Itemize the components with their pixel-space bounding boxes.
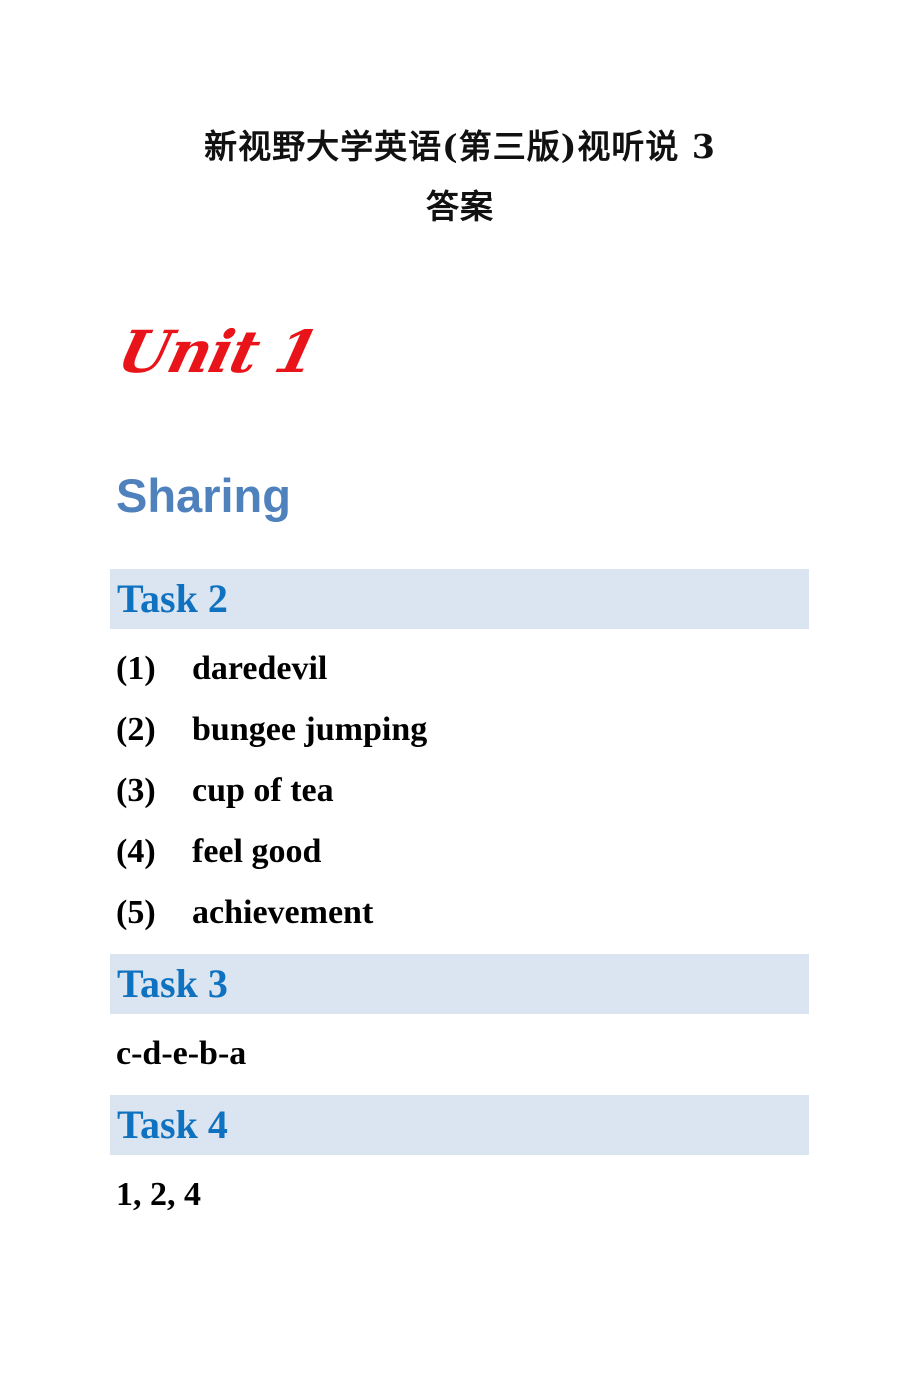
- section-heading: Sharing: [116, 469, 291, 522]
- task-3-header: Task 3: [110, 954, 809, 1014]
- answer-number: (4): [116, 833, 156, 870]
- answer-number: (3): [116, 772, 156, 809]
- task-4-answer: 1, 2, 4: [116, 1176, 201, 1213]
- task-2-label: Task 2: [117, 576, 228, 621]
- answer-text: daredevil: [192, 650, 328, 687]
- answer-number: (5): [116, 894, 156, 931]
- unit-heading: Unit 1: [111, 318, 325, 386]
- answer-text: achievement: [192, 894, 374, 931]
- task-3-answer: c-d-e-b-a: [116, 1035, 247, 1072]
- task-4-header: Task 4: [110, 1095, 809, 1155]
- answer-text: cup of tea: [192, 772, 334, 809]
- document-title: 新视野大学英语(第三版)视听说 3: [204, 127, 716, 166]
- answer-number: (2): [116, 711, 156, 748]
- task-3-label: Task 3: [117, 961, 228, 1006]
- task-2-header: Task 2: [110, 569, 809, 629]
- answer-text: bungee jumping: [192, 711, 428, 748]
- document-subtitle: 答案: [426, 187, 494, 226]
- answer-text: feel good: [192, 833, 322, 870]
- task-4-label: Task 4: [117, 1102, 228, 1147]
- answer-number: (1): [116, 650, 156, 687]
- document-page: 新视野大学英语(第三版)视听说 3 答案 Unit 1 Sharing Task…: [0, 0, 920, 1380]
